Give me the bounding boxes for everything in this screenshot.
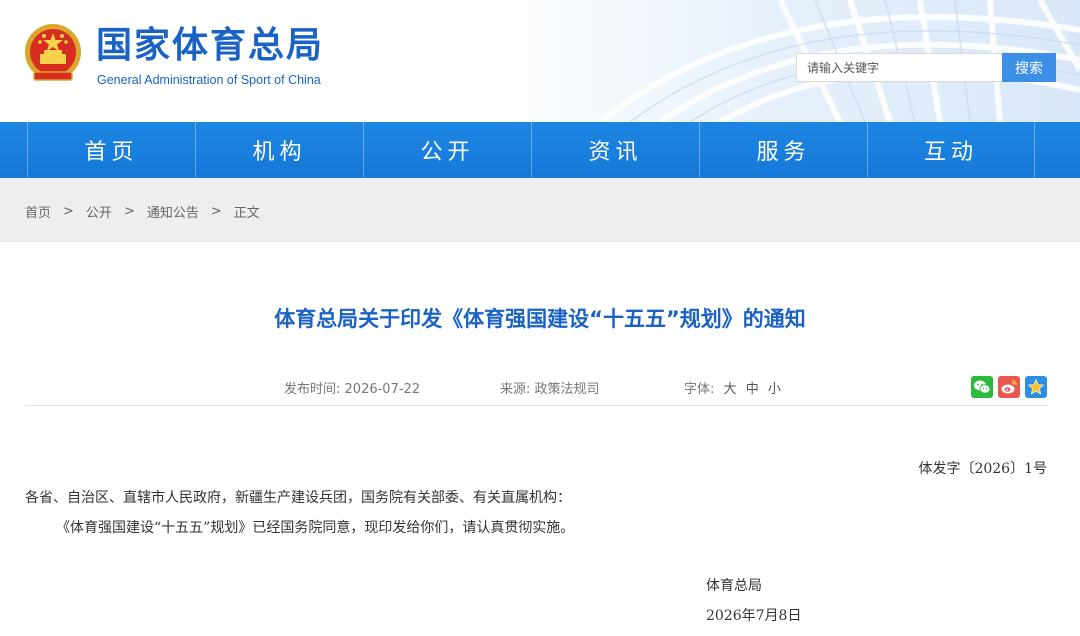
font-size-medium-link[interactable]: 中	[746, 382, 759, 397]
nav-item-interaction[interactable]: 互动	[867, 122, 1035, 178]
wechat-share-button[interactable]	[971, 376, 993, 398]
signature-date: 2026年7月8日	[706, 608, 802, 624]
article-meta: 发布时间: 2026-07-22 来源: 政策法规司 字体: 大 中 小	[0, 376, 1080, 398]
nav-item-services[interactable]: 服务	[699, 122, 867, 178]
breadcrumb-notices-link[interactable]: 通知公告	[147, 202, 199, 221]
publish-date: 发布时间: 2026-07-22	[284, 378, 420, 397]
meta-divider	[25, 405, 1049, 406]
search-input[interactable]	[796, 53, 1002, 82]
breadcrumb-separator: >	[63, 204, 74, 219]
salutation: 各省、自治区、直辖市人民政府，新疆生产建设兵团，国务院有关部委、有关直属机构：	[25, 490, 571, 506]
search-box: 搜索	[796, 53, 1056, 82]
favorite-star-icon	[1027, 378, 1045, 395]
font-size-label: 字体:	[684, 382, 715, 397]
font-size-control: 字体: 大 中 小	[684, 378, 781, 397]
body-paragraph: 《体育强国建设“十五五”规划》已经国务院同意，现印发给你们，请认真贯彻实施。	[56, 520, 575, 536]
breadcrumb-current: 正文	[233, 206, 260, 221]
wechat-icon	[974, 380, 991, 394]
breadcrumb-bar: 首页 > 公开 > 通知公告 > 正文	[0, 178, 1080, 242]
main-nav: 首页 机构 公开 资讯 服务 互动	[0, 122, 1080, 178]
national-emblem-icon	[25, 24, 81, 81]
publish-date-label: 发布时间:	[284, 382, 341, 397]
font-size-small-link[interactable]: 小	[768, 382, 781, 397]
document-number: 体发字〔2026〕1号	[918, 461, 1047, 477]
breadcrumb-separator: >	[210, 204, 222, 219]
weibo-icon	[1001, 380, 1017, 394]
breadcrumb-public-link[interactable]: 公开	[86, 202, 112, 221]
site-header: 国家体育总局 General Administration of Sport o…	[0, 0, 1080, 122]
search-button[interactable]: 搜索	[1002, 53, 1056, 82]
nav-item-home[interactable]: 首页	[27, 122, 195, 178]
site-subtitle: General Administration of Sport of China	[97, 73, 321, 87]
source-value: 政策法规司	[534, 382, 600, 397]
breadcrumb: 首页 > 公开 > 通知公告 > 正文	[25, 202, 260, 221]
source-label: 来源:	[500, 382, 531, 397]
favorite-share-button[interactable]	[1025, 376, 1047, 398]
publish-date-value: 2026-07-22	[344, 382, 421, 397]
nav-item-organization[interactable]: 机构	[195, 122, 363, 178]
signature-org: 体育总局	[706, 578, 762, 594]
article-title: 体育总局关于印发《体育强国建设“十五五”规划》的通知	[274, 307, 806, 331]
font-size-large-link[interactable]: 大	[724, 382, 737, 397]
weibo-share-button[interactable]	[998, 376, 1020, 398]
breadcrumb-home-link[interactable]: 首页	[25, 202, 51, 221]
nav-item-news[interactable]: 资讯	[531, 122, 699, 178]
nav-item-public[interactable]: 公开	[363, 122, 531, 178]
breadcrumb-separator: >	[123, 204, 135, 219]
site-title[interactable]: 国家体育总局	[96, 26, 324, 66]
article-source: 来源: 政策法规司	[500, 378, 600, 397]
